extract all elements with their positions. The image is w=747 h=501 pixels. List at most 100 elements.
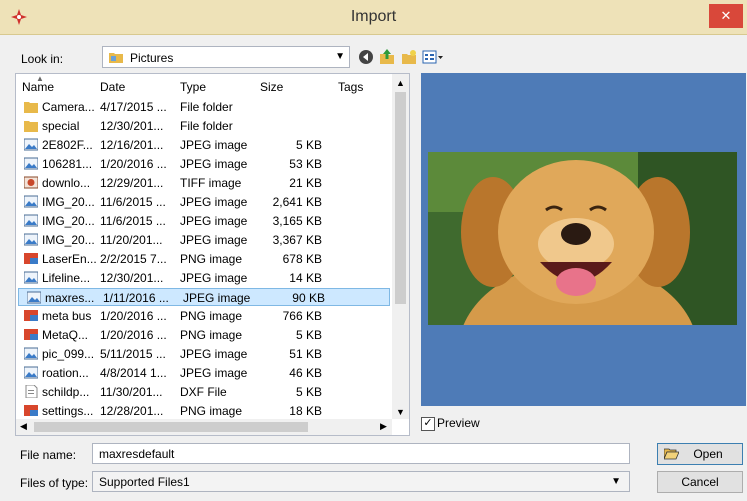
scroll-up-icon[interactable]: ▲ — [396, 78, 405, 88]
file-name-cell: pic_099... — [42, 347, 95, 361]
image-file-icon — [24, 195, 38, 208]
file-row[interactable]: meta bus 1/20/2016 ... PNG image 766 KB — [16, 307, 392, 325]
file-date-cell: 12/16/201... — [100, 138, 164, 152]
chevron-down-icon: ▼ — [335, 51, 345, 62]
file-row[interactable]: settings... 12/28/201... PNG image 18 KB — [16, 402, 392, 420]
scroll-right-icon[interactable]: ▶ — [380, 421, 387, 432]
file-row[interactable]: IMG_20... 11/6/2015 ... JPEG image 2,641 KB — [16, 193, 392, 211]
file-row[interactable]: LaserEn... 2/2/2015 7... PNG image 678 KB — [16, 250, 392, 268]
image-file-icon — [24, 138, 38, 151]
file-type-cell: JPEG image — [180, 233, 248, 247]
cancel-button[interactable]: Cancel — [657, 471, 743, 493]
column-header-tags[interactable]: Tags — [338, 80, 363, 94]
png-file-icon — [24, 405, 38, 416]
file-row[interactable]: downlo... 12/29/201... TIFF image 21 KB — [16, 174, 392, 192]
file-date-cell: 2/2/2015 7... — [100, 252, 167, 266]
preview-image-dog — [428, 152, 737, 325]
file-row[interactable]: IMG_20... 11/20/201... JPEG image 3,367 KB — [16, 231, 392, 249]
up-folder-icon[interactable] — [379, 49, 395, 65]
file-type-cell: JPEG image — [180, 347, 248, 361]
file-type-cell: JPEG image — [180, 366, 248, 380]
file-row[interactable]: MetaQ... 1/20/2016 ... PNG image 5 KB — [16, 326, 392, 344]
preview-checkbox[interactable]: ✓ — [421, 417, 435, 431]
file-date-cell: 1/20/2016 ... — [100, 157, 167, 171]
scroll-down-icon[interactable]: ▼ — [396, 407, 405, 417]
file-row[interactable]: roation... 4/8/2014 1... JPEG image 46 KB — [16, 364, 392, 382]
file-type-cell: TIFF image — [180, 176, 242, 190]
view-menu-icon[interactable] — [422, 49, 444, 65]
file-name-cell: IMG_20... — [42, 195, 95, 209]
horizontal-scroll-thumb[interactable] — [34, 422, 308, 432]
column-header-size[interactable]: Size — [260, 80, 283, 94]
file-type-cell: JPEG image — [183, 291, 251, 305]
file-row[interactable]: IMG_20... 11/6/2015 ... JPEG image 3,165 KB — [16, 212, 392, 230]
look-in-label: Look in: — [21, 52, 64, 66]
image-file-icon — [24, 157, 38, 170]
open-folder-icon — [664, 448, 679, 460]
file-date-cell: 12/28/201... — [100, 404, 164, 418]
file-name-cell: IMG_20... — [42, 214, 95, 228]
open-button[interactable]: Open — [657, 443, 743, 465]
sort-ascending-icon: ▲ — [36, 74, 44, 83]
back-icon[interactable] — [358, 49, 374, 65]
png-file-icon — [24, 253, 38, 264]
scroll-left-icon[interactable]: ◀ — [20, 421, 27, 432]
file-date-cell: 12/29/201... — [100, 176, 164, 190]
file-date-cell: 1/20/2016 ... — [100, 309, 167, 323]
file-type-cell: File folder — [180, 100, 233, 114]
file-type-value: Supported Files1 — [99, 475, 190, 489]
file-type-cell: JPEG image — [180, 271, 248, 285]
vertical-scroll-thumb[interactable] — [395, 92, 406, 304]
file-type-dropdown[interactable]: Supported Files1 ▼ — [92, 471, 630, 492]
file-type-cell: PNG image — [180, 252, 243, 266]
file-row[interactable]: 106281... 1/20/2016 ... JPEG image 53 KB — [16, 155, 392, 173]
file-name-cell: settings... — [42, 404, 94, 418]
image-file-icon — [24, 271, 38, 284]
file-name-cell: downlo... — [42, 176, 91, 190]
preview-label: Preview — [437, 416, 480, 430]
new-folder-icon[interactable] — [401, 49, 417, 65]
file-name-cell: IMG_20... — [42, 233, 95, 247]
file-type-cell: JPEG image — [180, 214, 248, 228]
file-date-cell: 5/11/2015 ... — [100, 347, 166, 361]
look-in-dropdown[interactable]: Pictures ▼ — [102, 46, 350, 68]
file-type-label: Files of type: — [20, 476, 89, 490]
image-file-icon — [27, 291, 41, 304]
file-row[interactable]: pic_099... 5/11/2015 ... JPEG image 51 KB — [16, 345, 392, 363]
file-name-label: File name: — [20, 448, 77, 462]
window-title: Import — [350, 8, 397, 25]
file-name-input[interactable] — [92, 443, 630, 464]
file-list[interactable]: Name ▲ Date Type Size Tags Camera... 4/17… — [15, 73, 410, 436]
image-file-icon — [24, 347, 38, 360]
file-size-cell: 5 KB — [295, 328, 322, 342]
file-size-cell: 53 KB — [289, 157, 322, 171]
file-row[interactable]: 2E802F... 12/16/201... JPEG image 5 KB — [16, 136, 392, 154]
document-file-icon — [25, 385, 38, 398]
file-name-cell: special — [42, 119, 80, 133]
file-size-cell: 14 KB — [289, 271, 322, 285]
column-header-type[interactable]: Type — [180, 80, 206, 94]
file-row[interactable]: maxres... 1/11/2016 ... JPEG image 90 KB — [18, 288, 390, 306]
folder-icon — [24, 121, 38, 132]
file-row[interactable]: Lifeline... 12/30/201... JPEG image 14 KB — [16, 269, 392, 287]
file-date-cell: 1/11/2016 ... — [103, 291, 169, 305]
file-row[interactable]: special 12/30/201... File folder — [16, 117, 392, 135]
file-size-cell: 5 KB — [295, 138, 322, 152]
image-file-icon — [24, 214, 38, 227]
look-in-value: Pictures — [130, 51, 174, 65]
file-row[interactable]: Camera... 4/17/2015 ... File folder — [16, 98, 392, 116]
file-size-cell: 766 KB — [282, 309, 322, 323]
file-date-cell: 4/8/2014 1... — [100, 366, 167, 380]
column-header-date[interactable]: Date — [100, 80, 125, 94]
file-type-cell: JPEG image — [180, 195, 248, 209]
folder-icon — [109, 53, 123, 63]
close-button[interactable]: ✕ — [709, 4, 743, 28]
file-size-cell: 678 KB — [282, 252, 322, 266]
file-size-cell: 3,367 KB — [272, 233, 322, 247]
file-row[interactable]: schildp... 11/30/201... DXF File 5 KB — [16, 383, 392, 401]
file-size-cell: 51 KB — [289, 347, 322, 361]
image-file-icon — [24, 366, 38, 379]
file-date-cell: 12/30/201... — [100, 119, 164, 133]
tiff-file-icon — [24, 176, 38, 189]
file-size-cell: 3,165 KB — [272, 214, 322, 228]
